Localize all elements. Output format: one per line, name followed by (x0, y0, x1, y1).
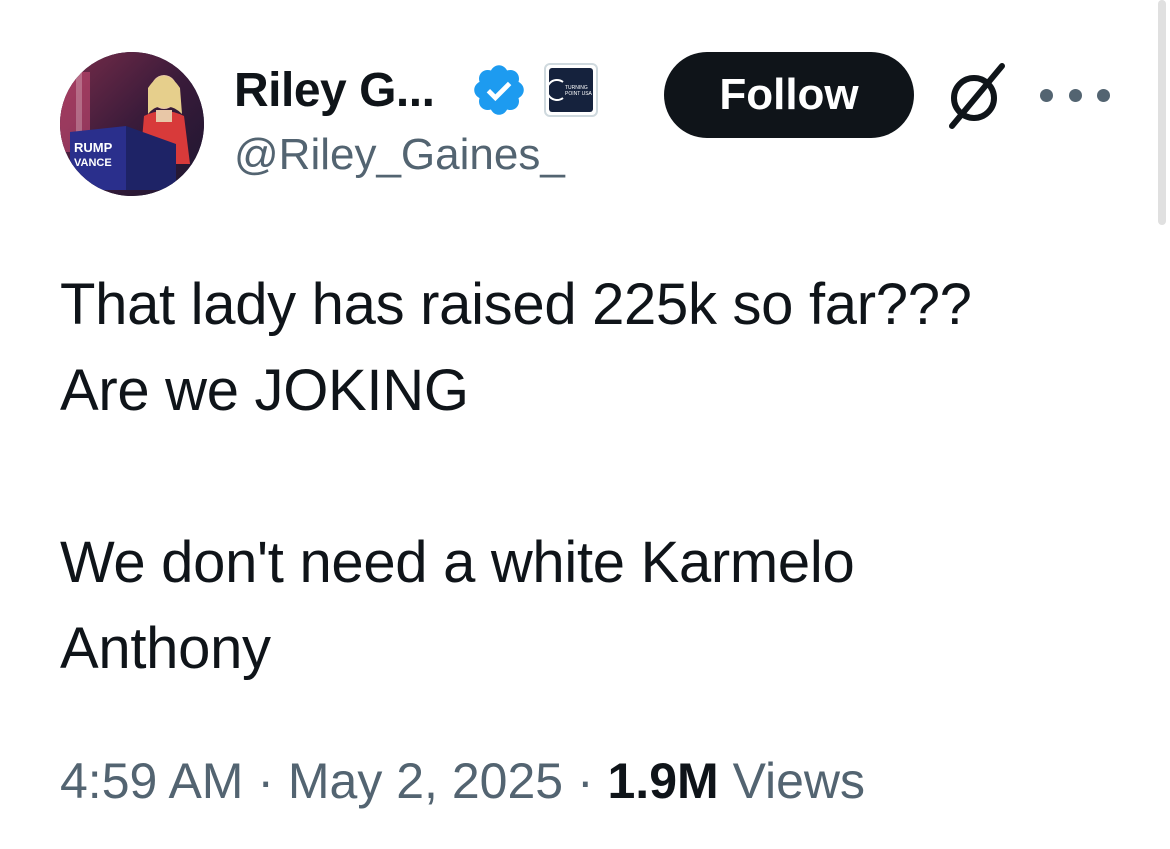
avatar-image: RUMP VANCE (60, 52, 204, 196)
author-name-row: Riley G... TURNING POINT USA (234, 58, 599, 122)
tweet-time[interactable]: 4:59 AM (60, 753, 243, 809)
views-label: Views (718, 753, 866, 809)
meta-separator: · (243, 753, 288, 809)
tweet-text: That lady has raised 225k so far??? Are … (60, 272, 972, 681)
more-dot (1097, 88, 1110, 102)
svg-text:POINT USA: POINT USA (565, 91, 593, 97)
tweet-meta: 4:59 AM · May 2, 2025 · 1.9M Views (60, 752, 865, 810)
more-dot (1040, 88, 1053, 102)
meta-separator: · (563, 753, 608, 809)
more-icon[interactable] (1040, 78, 1110, 112)
avatar-podium-text-1: RUMP (74, 140, 113, 155)
avatar[interactable]: RUMP VANCE (60, 52, 204, 196)
avatar-podium-text-2: VANCE (74, 157, 112, 169)
tweet: RUMP VANCE Riley G... TURNING POINT USA … (0, 0, 1170, 849)
display-name[interactable]: Riley G... (234, 63, 435, 118)
grok-icon[interactable] (940, 60, 1012, 132)
affiliation-badge[interactable]: TURNING POINT USA (544, 63, 599, 117)
views-count[interactable]: 1.9M (608, 753, 719, 809)
scrollbar[interactable] (1158, 0, 1166, 225)
turning-point-logo-icon: TURNING POINT USA (549, 68, 594, 112)
tweet-date[interactable]: May 2, 2025 (288, 753, 563, 809)
follow-button[interactable]: Follow (664, 52, 914, 138)
author-handle[interactable]: @Riley_Gaines_ (234, 130, 565, 180)
more-dot (1068, 88, 1082, 102)
verified-badge-icon[interactable] (470, 61, 528, 119)
